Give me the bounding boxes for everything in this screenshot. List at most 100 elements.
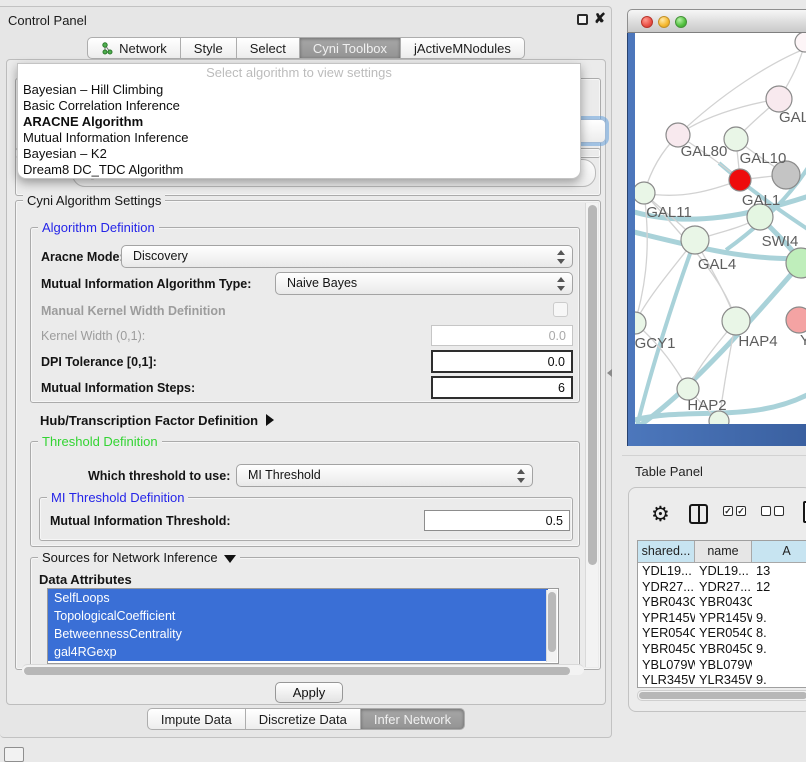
table-hscrollbar[interactable] xyxy=(637,690,806,701)
column-header[interactable]: name xyxy=(695,541,752,563)
network-node[interactable] xyxy=(681,226,709,254)
sources-group-title[interactable]: Sources for Network Inference xyxy=(38,550,240,565)
table-cell: YDL19... xyxy=(638,563,695,579)
tab-style[interactable]: Style xyxy=(181,37,237,59)
list-scrollbar[interactable] xyxy=(546,590,557,662)
dropdown-item[interactable]: Dream8 DC_TDC Algorithm xyxy=(18,162,580,178)
aracne-mode-combobox[interactable]: Discovery xyxy=(121,245,573,268)
table-row[interactable]: YDL19...YDL19...13 xyxy=(638,563,806,579)
tab-cyni-toolbox[interactable]: Cyni Toolbox xyxy=(300,37,401,59)
network-node[interactable] xyxy=(786,307,806,333)
attribute-list-item-selected[interactable]: TopologicalCoefficient xyxy=(48,607,548,625)
network-node[interactable] xyxy=(724,127,748,151)
table-cell: YLR345W xyxy=(695,672,752,688)
mi-steps-field[interactable] xyxy=(431,376,573,399)
node-label: HAP4 xyxy=(738,333,777,350)
node-label: GCY1 xyxy=(635,335,675,352)
dropdown-item[interactable]: Mutual Information Inference xyxy=(18,130,580,146)
table-row[interactable]: YBR045CYBR045C9. xyxy=(638,641,806,657)
dropdown-item[interactable]: Basic Correlation Inference xyxy=(18,98,580,114)
restore-panel-icon[interactable] xyxy=(4,747,24,762)
node-label: HAP2 xyxy=(687,397,726,414)
mi-threshold-label: Mutual Information Threshold: xyxy=(50,514,231,528)
tab-select[interactable]: Select xyxy=(237,37,300,59)
attribute-list-item-selected[interactable]: gal4RGexp xyxy=(48,643,548,661)
mi-type-combobox[interactable]: Naive Bayes xyxy=(275,272,573,295)
columns-icon[interactable] xyxy=(689,504,708,524)
zoom-traffic-light-icon[interactable] xyxy=(675,16,687,28)
tab-infer-network[interactable]: Infer Network xyxy=(361,708,465,730)
network-window-frame: GALGAL80GAL10GAL1GAL11SWI4GAL4GCY1HAP4YH… xyxy=(627,33,806,446)
gear-icon[interactable]: ⚙ xyxy=(651,500,670,530)
attribute-list-item-selected[interactable]: BetweennessCentrality xyxy=(48,625,548,643)
close-icon[interactable]: ✘ xyxy=(594,10,606,27)
network-window-titlebar[interactable] xyxy=(627,9,806,33)
tab-jactivemnodules[interactable]: jActiveMNodules xyxy=(401,37,525,59)
network-node[interactable] xyxy=(635,182,655,204)
minimize-traffic-light-icon[interactable] xyxy=(658,16,670,28)
table-row[interactable]: YLR345WYLR345W9. xyxy=(638,672,806,688)
table-cell: YDL19... xyxy=(695,563,752,579)
aracne-mode-value: Discovery xyxy=(133,249,188,263)
tab-discretize-data[interactable]: Discretize Data xyxy=(246,708,361,730)
dropdown-item[interactable]: Bayesian – Hill Climbing xyxy=(18,82,580,98)
close-traffic-light-icon[interactable] xyxy=(641,16,653,28)
select-all-checkbox-icon[interactable]: ✓ xyxy=(723,506,733,516)
mi-threshold-field[interactable] xyxy=(424,510,570,531)
deselect-all-checkbox-icon[interactable] xyxy=(761,506,771,516)
table-row[interactable]: YER054CYER054C8. xyxy=(638,625,806,641)
kernel-width-field[interactable] xyxy=(431,325,573,346)
node-label: GAL xyxy=(779,109,806,126)
table-cell: 9. xyxy=(752,672,806,688)
column-header[interactable]: A xyxy=(752,541,806,563)
cyni-toolbox-panel: gal4filtered.sif default node Select alg… xyxy=(6,59,606,705)
apply-button[interactable]: Apply xyxy=(275,682,343,703)
algorithm-dropdown-popup: Select algorithm to view settings Bayesi… xyxy=(17,63,581,179)
tab-network[interactable]: Network xyxy=(87,37,181,59)
network-node[interactable] xyxy=(795,33,806,52)
algorithm-definition-group: Algorithm Definition Aracne Mode: Discov… xyxy=(30,227,580,403)
dpi-tolerance-field[interactable] xyxy=(431,350,573,373)
settings-vscrollbar[interactable] xyxy=(585,203,598,667)
data-attributes-label: Data Attributes xyxy=(39,572,132,587)
select-all-checkbox-icon[interactable]: ✓ xyxy=(736,506,746,516)
attribute-list-item-selected[interactable]: SelfLoops xyxy=(48,589,548,607)
tab-impute-data[interactable]: Impute Data xyxy=(147,708,246,730)
table-cell: YER054C xyxy=(638,625,695,641)
data-attributes-list[interactable]: SelfLoopsTopologicalCoefficientBetweenne… xyxy=(47,588,559,664)
table-row[interactable]: YPR145WYPR145W9. xyxy=(638,610,806,626)
tab-label: Infer Network xyxy=(374,712,451,727)
which-threshold-label: Which threshold to use: xyxy=(88,469,230,483)
dropdown-item[interactable]: Bayesian – K2 xyxy=(18,146,580,162)
table-cell xyxy=(752,657,806,673)
hub-definition-expander[interactable]: Hub/Transcription Factor Definition xyxy=(40,413,274,428)
table-row[interactable]: YBR043CYBR043C xyxy=(638,594,806,610)
control-panel-tabbar: NetworkStyleSelectCyni ToolboxjActiveMNo… xyxy=(0,37,612,59)
aracne-mode-label: Aracne Mode: xyxy=(41,250,124,264)
network-node[interactable] xyxy=(722,307,750,335)
manual-kernel-checkbox[interactable] xyxy=(553,302,568,317)
deselect-all-checkbox-icon[interactable] xyxy=(774,506,784,516)
sources-group: Sources for Network Inference Data Attri… xyxy=(30,557,580,665)
settings-hscrollbar[interactable] xyxy=(22,664,584,675)
table-row[interactable]: YBL079WYBL079W xyxy=(638,657,806,673)
panel-splitter-handle[interactable] xyxy=(607,369,612,377)
dropdown-item[interactable]: ARACNE Algorithm xyxy=(18,114,580,130)
which-threshold-combobox[interactable]: MI Threshold xyxy=(236,464,533,487)
table-cell: YBR045C xyxy=(695,641,752,657)
sources-title-text: Sources for Network Inference xyxy=(42,550,218,565)
table-row[interactable]: YDR27...YDR27...12 xyxy=(638,579,806,595)
table-panel-divider xyxy=(622,455,806,456)
tab-label: Discretize Data xyxy=(259,712,347,727)
node-table[interactable]: shared...nameA YDL19...YDL19...13YDR27..… xyxy=(637,540,806,688)
network-node[interactable] xyxy=(729,169,751,191)
network-canvas[interactable]: GALGAL80GAL10GAL1GAL11SWI4GAL4GCY1HAP4YH… xyxy=(635,33,806,424)
combo-steppers-icon xyxy=(557,276,565,292)
column-header[interactable]: shared... xyxy=(638,541,695,563)
application-root: Control Panel ✘ NetworkStyleSelectCyni T… xyxy=(0,0,806,762)
table-panel: ⚙ ✓ ✓ shared...nameA YDL19...YDL19...13Y… xyxy=(628,487,806,712)
float-window-icon[interactable] xyxy=(577,14,588,25)
node-label: GAL4 xyxy=(698,256,736,273)
node-label: GAL80 xyxy=(681,143,728,160)
table-cell: YPR145W xyxy=(638,610,695,626)
